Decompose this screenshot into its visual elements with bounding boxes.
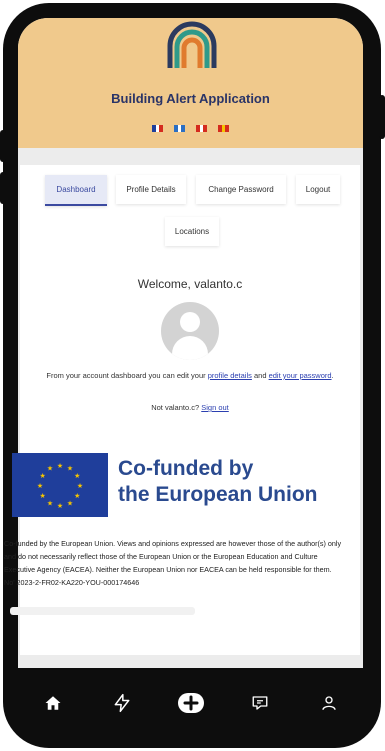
svg-text:★: ★ [57, 502, 63, 510]
tab-profile-details[interactable]: Profile Details [116, 175, 186, 204]
eu-cofunded-text: Co-funded by the European Union [118, 456, 318, 508]
svg-text:★: ★ [74, 472, 80, 480]
avatar-head [180, 312, 200, 332]
not-user-label: Not valanto.c? [151, 403, 202, 412]
app-header: Building Alert Application [18, 18, 363, 148]
tab-dashboard[interactable]: Dashboard [45, 175, 107, 206]
nav-home[interactable] [35, 685, 71, 721]
nav-messages[interactable] [242, 685, 278, 721]
language-flag-fr[interactable] [152, 125, 164, 132]
bolt-icon [114, 693, 129, 713]
nav-profile[interactable] [311, 685, 347, 721]
eu-flag-icon: ★ ★★ ★★★ ★★★ ★★★ [12, 453, 108, 517]
tab-change-password[interactable]: Change Password [196, 175, 286, 204]
tab-locations[interactable]: Locations [165, 217, 219, 246]
dashboard-info-text: From your account dashboard you can edit… [40, 370, 340, 382]
welcome-message: Welcome, valanto.c [137, 277, 243, 291]
svg-text:★: ★ [67, 465, 73, 473]
svg-text:★: ★ [40, 492, 46, 500]
flag-stripe [225, 125, 230, 132]
language-flag-it[interactable] [196, 125, 208, 132]
nav-add[interactable] [173, 685, 209, 721]
plus-icon [177, 693, 204, 713]
svg-text:★: ★ [77, 482, 83, 490]
eu-line-1: Co-funded by [118, 457, 254, 480]
profile-details-link[interactable]: profile details [208, 371, 252, 380]
flag-stripe [159, 125, 164, 132]
avatar [161, 302, 219, 360]
flag-stripe [181, 125, 186, 132]
info-suffix: . [331, 371, 334, 380]
home-icon [45, 696, 60, 710]
info-middle: and [251, 371, 269, 380]
edit-password-link[interactable]: edit your password [269, 371, 332, 380]
account-dashboard-card: Dashboard Profile Details Change Passwor… [20, 165, 360, 435]
avatar-body [172, 336, 208, 360]
bottom-nav [18, 668, 363, 738]
phone-side-button-left-top [0, 130, 6, 162]
eu-line-2: the European Union [118, 483, 318, 506]
svg-text:★: ★ [74, 492, 80, 500]
phone-side-button-right [379, 95, 385, 139]
not-user-text: Not valanto.c? Sign out [20, 403, 360, 412]
info-prefix: From your account dashboard you can edit… [46, 371, 208, 380]
svg-text:★: ★ [57, 462, 63, 470]
language-flag-es[interactable] [218, 125, 230, 132]
svg-text:★: ★ [47, 499, 53, 507]
nav-alerts[interactable] [104, 685, 140, 721]
eu-disclaimer: Co-funded by the European Union. Views a… [4, 539, 342, 587]
faded-placeholder-bar [10, 607, 195, 615]
phone-side-button-left-bottom [0, 172, 6, 204]
svg-text:★: ★ [40, 472, 46, 480]
svg-text:★: ★ [67, 499, 73, 507]
message-icon [252, 696, 267, 710]
language-flag-gr[interactable] [174, 125, 186, 132]
sign-out-link[interactable]: Sign out [201, 403, 229, 412]
app-title: Building Alert Application [111, 91, 270, 106]
language-selector [18, 125, 363, 132]
svg-text:★: ★ [47, 465, 53, 473]
tab-logout[interactable]: Logout [296, 175, 340, 204]
profile-icon [321, 696, 336, 710]
svg-text:★: ★ [37, 482, 43, 490]
flag-stripe [203, 125, 208, 132]
app-logo-icon [167, 21, 217, 68]
